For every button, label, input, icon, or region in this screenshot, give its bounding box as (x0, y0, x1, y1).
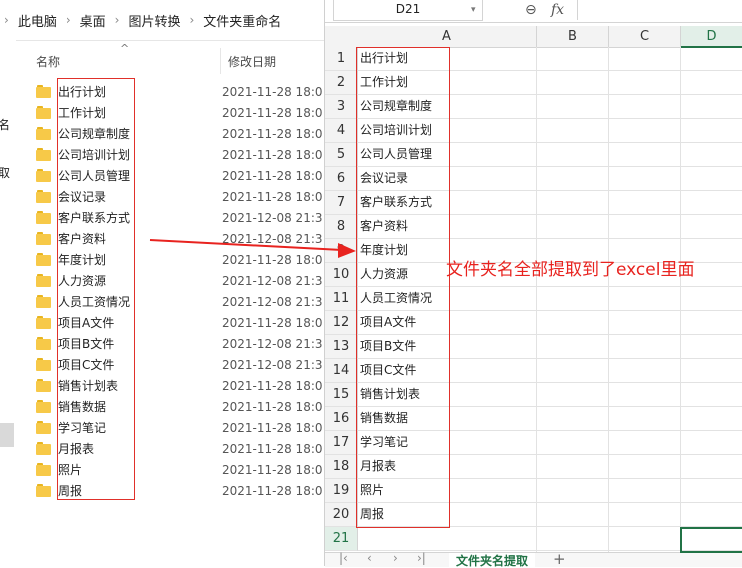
annotation-text: 文件夹名全部提取到了excel里面 (446, 260, 695, 280)
annotation-arrow (149, 239, 356, 258)
